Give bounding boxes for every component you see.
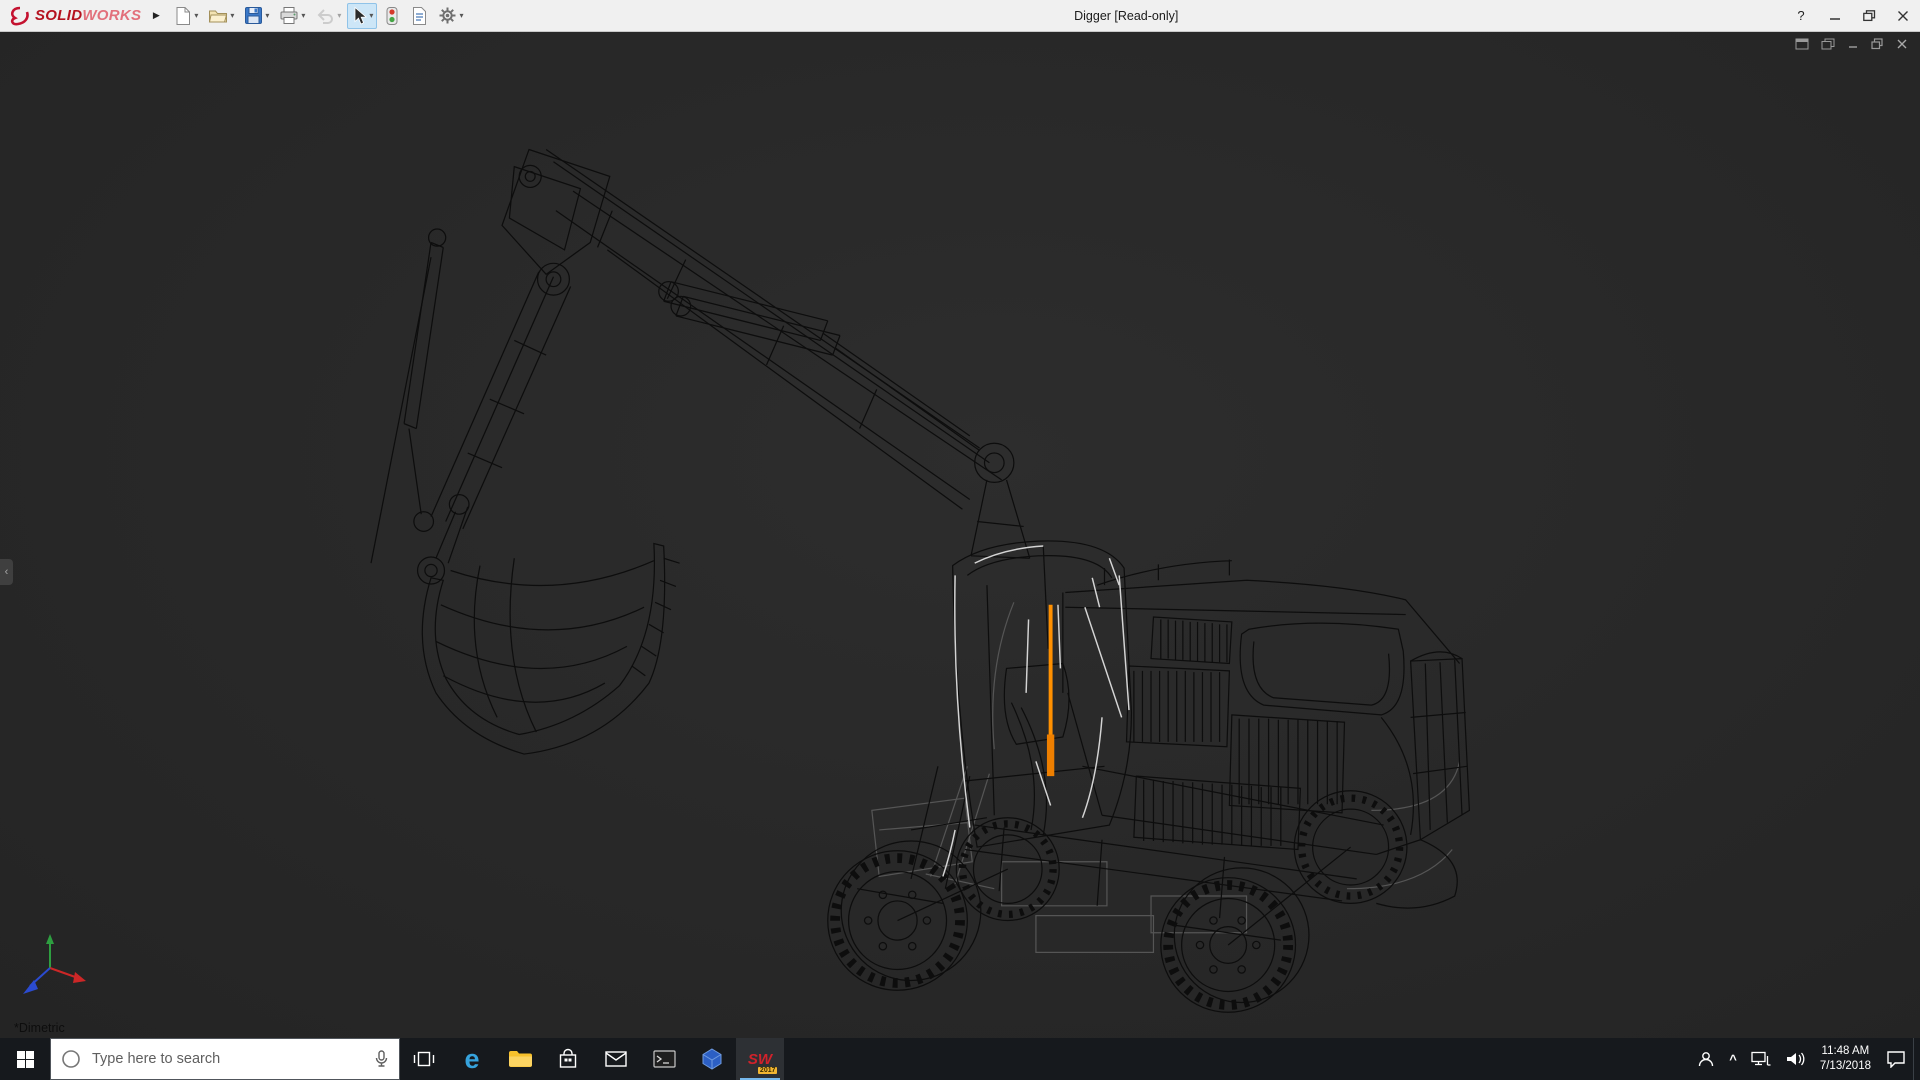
network-button[interactable] [1744, 1038, 1778, 1080]
start-button[interactable] [0, 1038, 50, 1080]
action-center-icon [1886, 1050, 1906, 1068]
system-tray: ^ 11:48 AM 7/13/2018 [1690, 1038, 1920, 1080]
task-view-button[interactable] [400, 1038, 448, 1080]
excavator-wireframe-model[interactable] [0, 32, 1920, 1038]
new-document-icon [174, 6, 192, 26]
solidworks-2017-icon: SW 2017 [745, 1045, 775, 1073]
show-desktop-button[interactable] [1913, 1038, 1918, 1080]
document-window-controls [1795, 38, 1908, 50]
select-cursor-icon [351, 6, 367, 26]
wireframe-edges [371, 149, 1469, 1012]
rebuild-traffic-light-icon [383, 6, 401, 26]
network-icon [1751, 1051, 1771, 1067]
task-view-icon [412, 1050, 436, 1068]
search-input[interactable] [90, 1050, 364, 1068]
menu-expand-arrow[interactable]: ▶ [147, 5, 165, 27]
options-gear-icon [438, 6, 457, 25]
dropdown-arrow-icon[interactable]: ▾ [194, 11, 198, 20]
rebuild-button[interactable] [379, 3, 405, 29]
print-button[interactable]: ▾ [275, 3, 309, 29]
clock-time: 11:48 AM [1820, 1044, 1871, 1059]
open-button[interactable]: ▾ [204, 3, 238, 29]
mail-button[interactable] [592, 1038, 640, 1080]
console-button[interactable] [640, 1038, 688, 1080]
graphics-viewport[interactable]: ‹ *Dimetric [0, 32, 1920, 1038]
console-icon [653, 1050, 676, 1068]
close-window-button[interactable] [1886, 0, 1920, 31]
dropdown-arrow-icon[interactable]: ▾ [301, 11, 305, 20]
dropdown-arrow-icon[interactable]: ▾ [369, 11, 373, 20]
titlebar: SOLIDWORKS ▶ ▾ ▾ ▾ [0, 0, 1920, 32]
close-document-button[interactable] [1896, 38, 1908, 50]
new-document-button[interactable]: ▾ [170, 3, 202, 29]
store-icon [558, 1048, 578, 1070]
file-properties-icon [411, 6, 428, 26]
store-button[interactable] [544, 1038, 592, 1080]
action-center-button[interactable] [1879, 1038, 1913, 1080]
orientation-triad[interactable] [16, 932, 92, 1008]
dropdown-arrow-icon[interactable]: ▾ [230, 11, 234, 20]
windows-logo-icon [17, 1051, 34, 1068]
file-explorer-icon [508, 1049, 533, 1069]
restore-document-button[interactable] [1871, 38, 1884, 50]
minimize-document-button[interactable] [1847, 38, 1859, 50]
mail-icon [605, 1051, 627, 1067]
print-icon [279, 6, 299, 25]
taskbar-search[interactable] [50, 1038, 400, 1080]
taskbar-clock[interactable]: 11:48 AM 7/13/2018 [1812, 1044, 1879, 1074]
x-axis-arrow [73, 972, 86, 983]
open-folder-icon [208, 7, 228, 25]
people-button[interactable] [1690, 1038, 1722, 1080]
hidden-icons-button[interactable]: ^ [1722, 1038, 1744, 1080]
new-window-icon[interactable] [1795, 38, 1809, 50]
save-button[interactable]: ▾ [240, 3, 273, 29]
3d-viewer-icon [701, 1048, 723, 1070]
file-properties-button[interactable] [407, 3, 432, 29]
chevron-up-icon: ^ [1729, 1052, 1737, 1067]
save-floppy-icon [244, 6, 263, 25]
logo-solid-text: SOLID [35, 7, 82, 24]
close-icon [1897, 10, 1909, 22]
dropdown-arrow-icon[interactable]: ▾ [459, 11, 463, 20]
cascade-windows-icon[interactable] [1821, 38, 1835, 50]
solidworks-logo: SOLIDWORKS [0, 6, 147, 26]
microphone-icon[interactable] [373, 1049, 389, 1069]
logo-works-text: WORKS [82, 7, 141, 24]
file-explorer-button[interactable] [496, 1038, 544, 1080]
y-axis-arrow [46, 934, 54, 944]
document-title: Digger [Read-only] [468, 9, 1784, 23]
clock-date: 7/13/2018 [1820, 1059, 1871, 1074]
undo-button[interactable]: ▾ [311, 3, 345, 29]
help-button[interactable]: ? [1784, 0, 1818, 31]
restore-window-button[interactable] [1852, 0, 1886, 31]
select-tool-button[interactable]: ▾ [347, 3, 377, 29]
minimize-window-button[interactable] [1818, 0, 1852, 31]
taskbar: e SW 2017 [0, 1038, 1920, 1080]
people-icon [1697, 1050, 1715, 1068]
window-controls: ? [1784, 0, 1920, 31]
3d-viewer-button[interactable] [688, 1038, 736, 1080]
dropdown-arrow-icon[interactable]: ▾ [337, 11, 341, 20]
edge-button[interactable]: e [448, 1038, 496, 1080]
ds-swoosh-icon [8, 6, 32, 26]
volume-icon [1785, 1051, 1805, 1067]
quick-access-toolbar: ▾ ▾ ▾ ▾ [169, 3, 468, 29]
panel-flyout-tab[interactable]: ‹ [0, 559, 13, 585]
view-orientation-label: *Dimetric [14, 1021, 65, 1035]
edge-icon: e [464, 1046, 479, 1073]
solidworks-taskbar-button[interactable]: SW 2017 [736, 1038, 784, 1080]
cortana-icon [61, 1049, 81, 1069]
volume-button[interactable] [1778, 1038, 1812, 1080]
restore-icon [1863, 10, 1876, 22]
minimize-icon [1829, 10, 1841, 22]
dropdown-arrow-icon[interactable]: ▾ [265, 11, 269, 20]
options-button[interactable]: ▾ [434, 3, 467, 29]
undo-arrow-icon [315, 7, 335, 25]
